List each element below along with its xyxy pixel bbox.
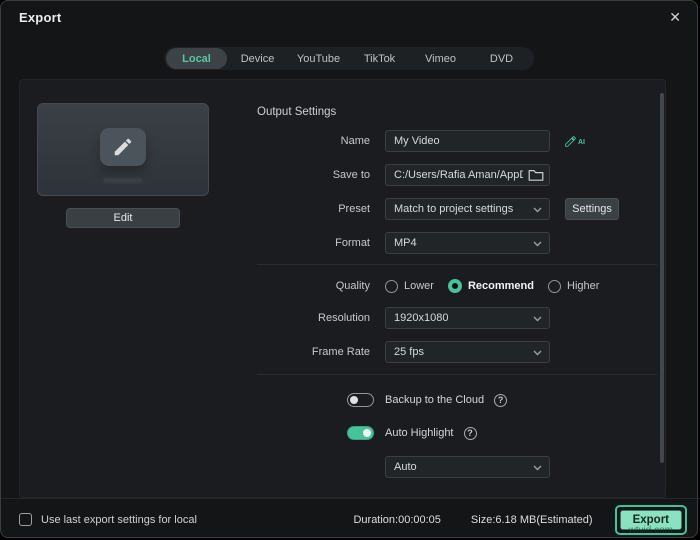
save-to-label: Save to bbox=[332, 169, 370, 181]
preset-label: Preset bbox=[338, 203, 370, 215]
quality-label: Quality bbox=[335, 280, 370, 292]
footer-bar: Use last export settings for local Durat… bbox=[1, 498, 700, 540]
export-dialog: Export ✕ Local Device YouTube TikTok Vim… bbox=[0, 0, 700, 540]
format-value: MP4 bbox=[394, 237, 417, 249]
export-button[interactable]: Export bbox=[619, 509, 682, 530]
quality-radio-group: Lower Recommend Higher bbox=[385, 279, 599, 293]
tab-vimeo[interactable]: Vimeo bbox=[410, 48, 471, 69]
chevron-down-icon bbox=[533, 465, 542, 471]
folder-browse-icon[interactable] bbox=[528, 168, 544, 182]
chevron-down-icon bbox=[533, 207, 542, 213]
duration-text: Duration:00:00:05 bbox=[353, 513, 441, 526]
tab-dvd[interactable]: DVD bbox=[471, 48, 532, 69]
dialog-title: Export bbox=[19, 10, 62, 25]
backup-cloud-toggle[interactable] bbox=[347, 393, 374, 407]
name-value: My Video bbox=[394, 135, 440, 147]
frame-rate-select[interactable]: 25 fps bbox=[385, 341, 550, 363]
format-label: Format bbox=[335, 237, 370, 249]
use-last-settings-label: Use last export settings for local bbox=[41, 513, 197, 526]
tab-device[interactable]: Device bbox=[227, 48, 288, 69]
resolution-select[interactable]: 1920x1080 bbox=[385, 307, 550, 329]
quality-option-lower[interactable]: Lower bbox=[385, 279, 434, 293]
save-to-value: C:/Users/Rafia Aman/AppData bbox=[394, 169, 523, 181]
vertical-scrollbar[interactable] bbox=[660, 93, 664, 463]
output-settings-title: Output Settings bbox=[257, 106, 337, 118]
auto-highlight-label: Auto Highlight bbox=[385, 427, 454, 439]
settings-button[interactable]: Settings bbox=[565, 198, 619, 220]
use-last-settings-checkbox[interactable] bbox=[19, 513, 32, 526]
tab-youtube[interactable]: YouTube bbox=[288, 48, 349, 69]
toggle-knob bbox=[350, 395, 358, 404]
format-select[interactable]: MP4 bbox=[385, 232, 550, 254]
save-to-input[interactable]: C:/Users/Rafia Aman/AppData bbox=[385, 164, 550, 186]
radio-unselected-icon bbox=[385, 279, 398, 293]
radio-unselected-icon bbox=[548, 279, 561, 293]
ai-rename-icon[interactable]: AI bbox=[564, 135, 585, 148]
size-text: Size:6.18 MB(Estimated) bbox=[470, 513, 593, 526]
radio-selected-icon bbox=[447, 279, 462, 293]
chevron-down-icon bbox=[533, 241, 542, 247]
section-divider bbox=[257, 374, 657, 375]
ai-badge: AI bbox=[578, 138, 585, 146]
help-icon[interactable]: ? bbox=[463, 426, 477, 440]
auto-highlight-toggle[interactable] bbox=[347, 426, 374, 440]
export-settings-panel: Edit Output Settings Name My Video AI Sa… bbox=[19, 79, 666, 498]
quality-option-higher[interactable]: Higher bbox=[548, 279, 599, 293]
backup-cloud-label: Backup to the Cloud bbox=[385, 394, 485, 406]
export-button-highlight: Export wtvid.com bbox=[614, 504, 687, 536]
auto-highlight-mode-value: Auto bbox=[394, 461, 417, 473]
help-icon[interactable]: ? bbox=[494, 393, 508, 407]
preset-value: Match to project settings bbox=[394, 203, 514, 215]
section-divider bbox=[257, 264, 657, 265]
preset-select[interactable]: Match to project settings bbox=[385, 198, 550, 220]
toggle-knob bbox=[363, 428, 371, 437]
frame-rate-value: 25 fps bbox=[394, 346, 424, 358]
tab-tiktok[interactable]: TikTok bbox=[349, 48, 410, 69]
name-label: Name bbox=[340, 135, 370, 147]
close-icon[interactable]: ✕ bbox=[669, 8, 681, 26]
name-input[interactable]: My Video bbox=[385, 130, 550, 152]
resolution-value: 1920x1080 bbox=[394, 312, 449, 324]
export-target-tabs: Local Device YouTube TikTok Vimeo DVD bbox=[164, 47, 534, 70]
chevron-down-icon bbox=[533, 316, 542, 322]
frame-rate-label: Frame Rate bbox=[311, 346, 370, 358]
tab-local[interactable]: Local bbox=[166, 48, 227, 69]
quality-option-recommend[interactable]: Recommend bbox=[447, 279, 534, 293]
chevron-down-icon bbox=[533, 350, 542, 356]
resolution-label: Resolution bbox=[318, 312, 370, 324]
auto-highlight-mode-select[interactable]: Auto bbox=[385, 456, 550, 478]
